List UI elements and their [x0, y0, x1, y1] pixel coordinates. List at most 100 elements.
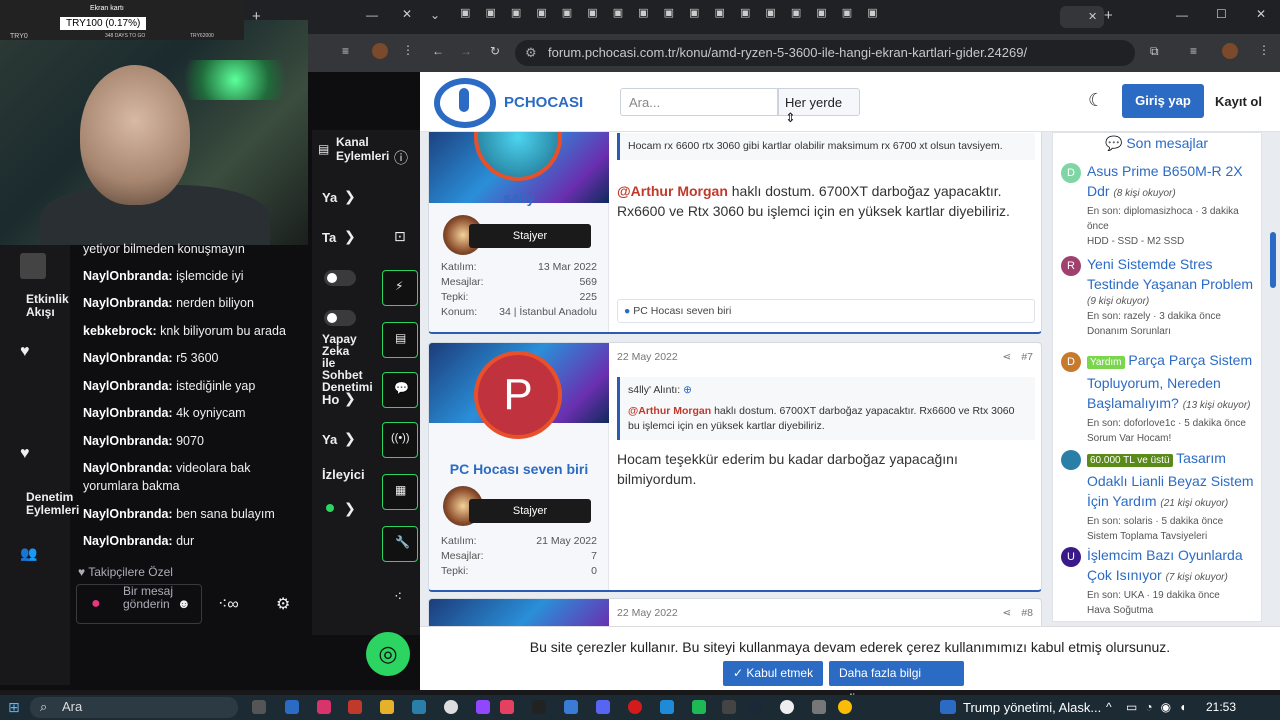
chat-input[interactable]: ● Bir mesaj gönderin ☻ — [76, 584, 202, 624]
chevron-right-icon[interactable]: ❯ — [344, 228, 356, 245]
info-icon[interactable]: ⓘ — [394, 148, 408, 168]
broadcast-button[interactable]: ((•)) — [382, 422, 418, 458]
menu-icon[interactable]: ≡ — [342, 44, 349, 58]
toggle-2[interactable] — [324, 310, 356, 326]
taskbar-app-icon[interactable] — [812, 700, 826, 714]
taskbar-app-icon[interactable] — [285, 700, 299, 714]
taskbar-search[interactable]: ⌕ Ara — [30, 697, 238, 718]
quote-author[interactable]: s4lly' Alıntı: ⊕ — [628, 383, 1027, 398]
taskbar-app-icon[interactable] — [692, 700, 706, 714]
recent-post-item[interactable]: D Yardım Parça Parça Sistem Topluyorum, … — [1061, 350, 1257, 446]
toggle-1[interactable] — [324, 270, 356, 286]
action-label-4[interactable]: Ya — [322, 432, 337, 447]
user-avatar[interactable] — [1061, 450, 1081, 470]
tray-chevron-icon[interactable]: ^ — [1106, 700, 1112, 714]
share-icon[interactable]: ⋖ — [1003, 607, 1012, 619]
chevron-right-icon[interactable]: ❯ — [344, 430, 356, 447]
extensions-icon[interactable]: ⧉ — [1150, 44, 1159, 59]
camera-icon[interactable]: ⊡ — [394, 228, 406, 245]
chevron-right-icon[interactable]: ❯ — [344, 188, 356, 205]
clock[interactable]: 21:53 — [1206, 700, 1236, 714]
user-avatar[interactable]: P — [474, 351, 562, 439]
taskbar-app-icon[interactable] — [532, 700, 546, 714]
tab-search-icon[interactable]: ⌄ — [430, 8, 440, 22]
taskbar-app-icon[interactable] — [444, 700, 458, 714]
reaction-bar[interactable]: ● PC Hocası seven biri — [617, 299, 1035, 323]
chevron-right-icon[interactable]: ❯ — [344, 390, 356, 407]
taskbar-app-icon[interactable] — [476, 700, 490, 714]
emote-icon[interactable]: ☻ — [177, 596, 191, 611]
taskbar-app-icon[interactable] — [660, 700, 674, 714]
new-tab-icon[interactable]: + — [1104, 7, 1113, 24]
task-view-icon[interactable] — [252, 700, 266, 714]
taskbar-app-icon[interactable] — [628, 700, 642, 714]
minimize-icon[interactable]: — — [1176, 8, 1188, 22]
reload-icon[interactable]: ↻ — [490, 44, 500, 58]
site-info-icon[interactable]: ⚙ — [525, 45, 537, 61]
users-icon[interactable]: 👥 — [20, 545, 37, 562]
start-icon[interactable]: ⊞ — [8, 699, 20, 716]
maximize-icon[interactable]: ☐ — [1216, 7, 1227, 21]
user-avatar[interactable]: D — [1061, 352, 1081, 372]
taskbar-app-icon[interactable] — [564, 700, 578, 714]
more-icon[interactable]: ⋮ — [402, 43, 414, 57]
chevron-right-icon[interactable]: ❯ — [344, 500, 356, 517]
layout-button[interactable]: ▦ — [382, 474, 418, 510]
taskbar-app-icon[interactable] — [500, 700, 514, 714]
dots-icon[interactable]: ⁖ — [394, 588, 402, 605]
share-icon[interactable]: ⋖ — [1003, 351, 1012, 363]
chrome-icon[interactable] — [838, 700, 852, 714]
close-icon[interactable]: ✕ — [1256, 7, 1266, 21]
forward-icon[interactable]: → — [460, 44, 472, 58]
taskbar-app-icon[interactable] — [596, 700, 610, 714]
taskbar-app-icon[interactable] — [748, 700, 762, 714]
username[interactable]: s4lly — [429, 190, 609, 206]
post-number[interactable]: ⋖ #8 — [1003, 607, 1034, 619]
recent-post-item[interactable]: D Asus Prime B650M-R 2X Ddr (8 kişi okuy… — [1061, 161, 1257, 249]
menu-icon[interactable]: ≡ — [1190, 44, 1197, 58]
heart-icon[interactable]: ♥ — [20, 343, 30, 361]
user-avatar[interactable]: R — [1061, 256, 1081, 276]
taskbar-app-icon[interactable] — [380, 700, 394, 714]
search-scope-select[interactable]: Her yerde ⇕ — [778, 88, 860, 125]
profile-avatar[interactable] — [372, 43, 388, 59]
close-icon[interactable]: ✕ — [402, 7, 412, 21]
headset-button[interactable]: ◎ — [366, 632, 410, 676]
profile-avatar[interactable] — [1222, 43, 1238, 59]
chat-bubble-button[interactable]: 💬 — [382, 372, 418, 408]
post-date[interactable]: 22 May 2022 — [617, 351, 678, 363]
action-label-2[interactable]: Ta — [322, 230, 336, 245]
back-icon[interactable]: ← — [432, 44, 444, 58]
action-label-3[interactable]: Ho — [322, 392, 339, 407]
lightning-button[interactable]: ⚡ — [382, 270, 418, 306]
recent-post-item[interactable]: 60.000 TL ve üstü Tasarım Odaklı Lianli … — [1061, 448, 1257, 544]
dark-mode-icon[interactable]: ☾ — [1088, 90, 1104, 111]
action-label-1[interactable]: Ya — [322, 190, 337, 205]
search-input[interactable]: Ara... — [620, 88, 778, 116]
pinned-tabs[interactable]: ▣ ▣ ▣ ▣ ▣ ▣ ▣ ▣ ▣ ▣ ▣ ▣ ▣ ▣ ▣ ▣ ▣ — [460, 6, 1060, 28]
heart-icon-2[interactable]: ♥ — [20, 445, 30, 463]
active-tab[interactable]: ✕ — [1060, 6, 1104, 28]
taskbar-app-icon[interactable] — [317, 700, 331, 714]
taskbar-app-icon[interactable] — [348, 700, 362, 714]
user-avatar[interactable]: U — [1061, 547, 1081, 567]
recent-post-item[interactable]: R Yeni Sistemde Stres Testinde Yaşanan P… — [1061, 254, 1257, 339]
accept-cookies-button[interactable]: ✓ Kabul etmek — [723, 661, 824, 686]
site-logo[interactable]: PCHOCASI — [504, 94, 583, 111]
mic-icon[interactable]: ● — [91, 595, 101, 613]
news-widget[interactable]: Trump yönetimi, Alask... — [963, 700, 1101, 715]
post-number[interactable]: ⋖ #7 — [1003, 351, 1034, 363]
login-button[interactable]: Giriş yap — [1122, 84, 1204, 118]
url-bar[interactable]: ⚙ forum.pchocasi.com.tr/konu/amd-ryzen-5-… — [515, 40, 1135, 66]
minimize-icon[interactable]: — — [366, 8, 378, 22]
cookie-more-info-button[interactable]: Daha fazla bilgi edin... — [829, 661, 964, 705]
scrollbar-thumb[interactable] — [1270, 232, 1276, 288]
register-link[interactable]: Kayıt ol — [1215, 94, 1262, 109]
points-icon[interactable]: ⁖∞ — [218, 594, 239, 614]
post-date[interactable]: 22 May 2022 — [617, 607, 678, 619]
taskbar-app-icon[interactable] — [722, 700, 736, 714]
taskbar-app-icon[interactable] — [412, 700, 426, 714]
settings-gear-icon[interactable]: ⚙ — [276, 594, 290, 614]
wrench-button[interactable]: 🔧 — [382, 526, 418, 562]
username[interactable]: PC Hocası seven biri — [429, 461, 609, 477]
